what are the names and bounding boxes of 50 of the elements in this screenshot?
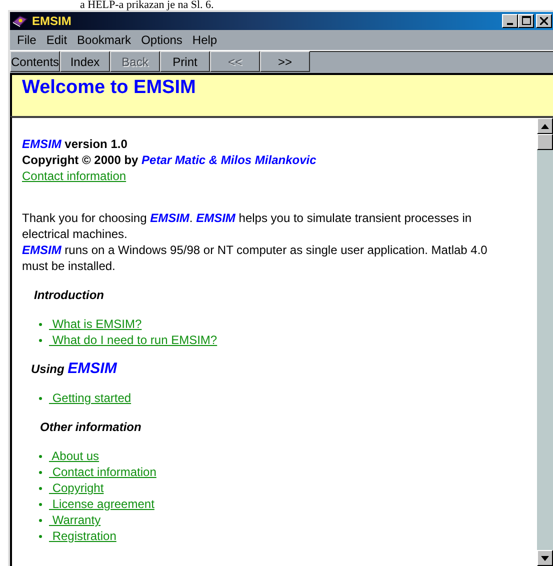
- close-button[interactable]: [536, 14, 552, 28]
- menu-item[interactable]: Help: [187, 33, 222, 47]
- topic-link[interactable]: Warranty: [49, 512, 101, 528]
- topic-link[interactable]: Getting started: [49, 390, 132, 406]
- bullet-icon: [39, 518, 42, 522]
- topic-link[interactable]: Registration: [49, 528, 116, 544]
- scroll-thumb[interactable]: [537, 134, 553, 150]
- bullet-icon: [39, 338, 42, 342]
- page-title: Welcome to EMSIM: [22, 77, 196, 98]
- toolbar-button[interactable]: Contents: [10, 51, 60, 72]
- toolbar-button[interactable]: Index: [60, 51, 110, 72]
- bullet-icon: [39, 454, 42, 458]
- scroll-down-button[interactable]: [537, 550, 553, 566]
- section-heading: Other information: [40, 419, 142, 435]
- close-icon: [540, 17, 548, 25]
- menu-item[interactable]: Options: [136, 33, 188, 47]
- bullet-icon: [39, 322, 42, 326]
- maximize-button[interactable]: [518, 14, 534, 28]
- book-icon: [12, 14, 28, 28]
- topic-link[interactable]: About us: [49, 448, 100, 464]
- scroll-up-button[interactable]: [537, 118, 553, 134]
- topic-link[interactable]: License agreement: [49, 496, 154, 512]
- toolbar-button[interactable]: Print: [160, 51, 210, 72]
- scrollbar[interactable]: [537, 118, 553, 566]
- bullet-icon: [39, 470, 42, 474]
- bullet-icon: [39, 486, 42, 490]
- bullet-icon: [39, 396, 42, 400]
- bullet-icon: [39, 502, 42, 506]
- info-line: EMSIM version 1.0: [22, 136, 128, 152]
- contact-link[interactable]: Contact information: [22, 169, 126, 183]
- menu-item[interactable]: File: [12, 33, 42, 47]
- down-arrow-icon: [541, 556, 549, 560]
- document-text: a HELP-a prikazan je na Sl. 6.: [79, 0, 215, 10]
- info-line: Copyright © 2000 by Petar Matic & Milos Milankovic: [22, 152, 318, 168]
- section-heading: Using EMSIM: [31, 361, 118, 377]
- topic-link[interactable]: Copyright: [49, 480, 104, 496]
- section-heading: Introduction: [34, 287, 105, 303]
- topic-link[interactable]: What is EMSIM?: [49, 316, 142, 332]
- window-title: EMSIM: [32, 14, 72, 28]
- topic-link[interactable]: Contact information: [49, 464, 156, 480]
- paragraph: EMSIM runs on a Windows 95/98 or NT computer as single user application. Matlab 4.0 must be installed.: [22, 242, 488, 274]
- paragraph: Thank you for choosing EMSIM. EMSIM helps you to simulate transient processes in electrical machines.: [22, 210, 473, 242]
- bullet-icon: [39, 534, 42, 538]
- up-arrow-icon: [541, 124, 549, 128]
- minimize-button[interactable]: [502, 14, 518, 28]
- maximize-icon: [522, 16, 530, 25]
- menu-item[interactable]: Bookmark: [72, 33, 136, 47]
- toolbar-button[interactable]: >>: [260, 51, 310, 72]
- topic-link[interactable]: What do I need to run EMSIM?: [49, 332, 218, 348]
- menu-item[interactable]: Edit: [41, 33, 72, 47]
